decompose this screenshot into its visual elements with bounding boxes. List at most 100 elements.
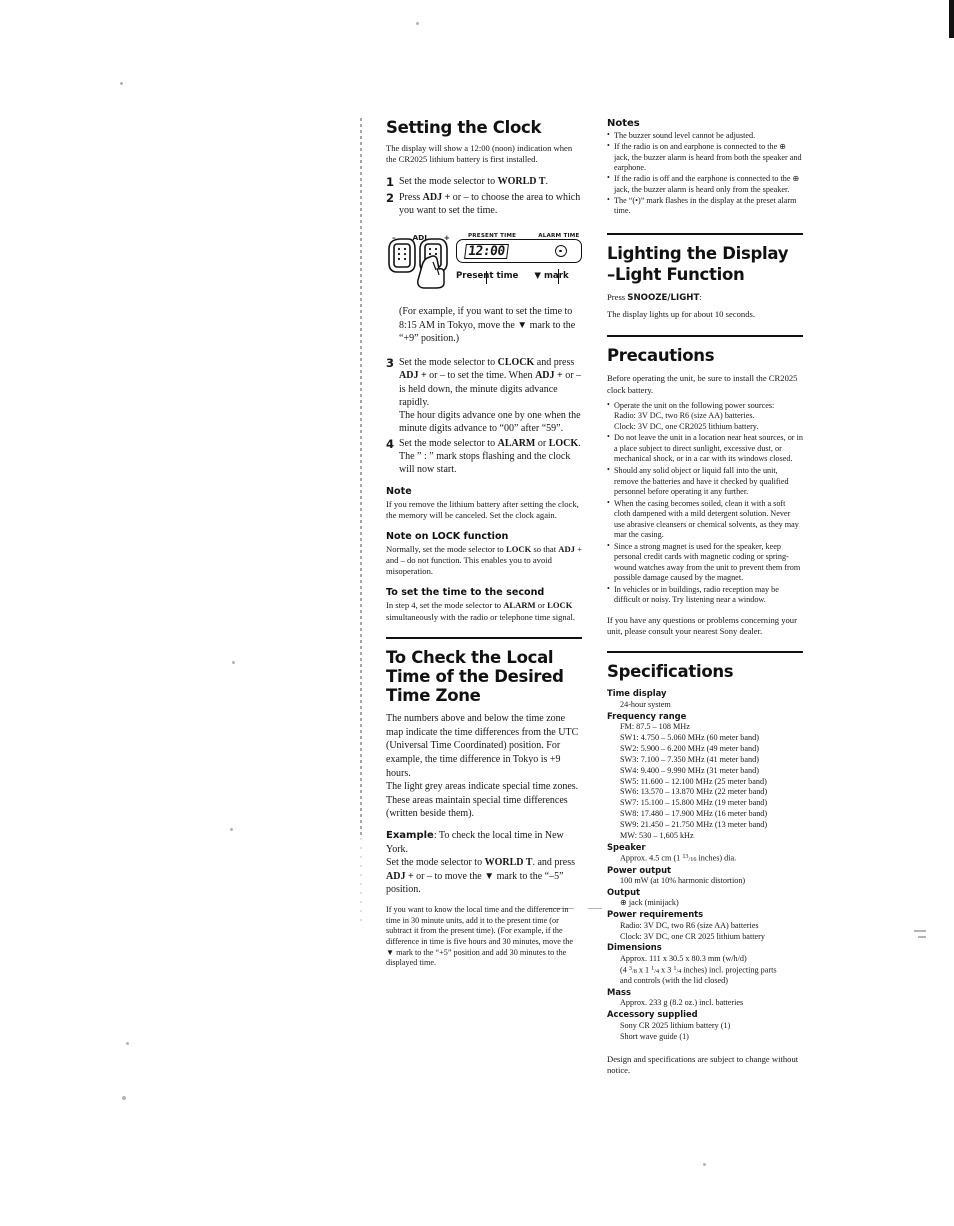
spec-value: SW3: 7.100 – 7.350 MHz (41 meter band) <box>620 754 759 764</box>
spec-name: Power output <box>607 864 672 875</box>
spec-group: Mass Approx. 233 g (8.2 oz.) incl. batte… <box>607 987 803 1009</box>
scan-edge-artifact <box>949 0 954 38</box>
dust-speck <box>703 1163 706 1166</box>
adj-minus-label: – <box>392 233 396 243</box>
spec-value: SW1: 4.750 – 5.060 MHz (60 meter band) <box>620 732 759 742</box>
right-column: Notes The buzzer sound level cannot be a… <box>607 118 803 1081</box>
dust-speck <box>588 908 602 909</box>
spec-name: Time display <box>607 688 667 699</box>
adj-buttons-svg <box>388 238 448 289</box>
clock-intro: The display will show a 12:00 (noon) ind… <box>386 143 573 165</box>
left-column: Setting the Clock The display will show … <box>386 118 582 974</box>
press-colon: : <box>699 292 702 302</box>
spec-name: Speaker <box>607 841 646 852</box>
clock-setting-illustration: – ADJ + PRESENT TIME ALARM TIME 12:00 Pr… <box>386 227 582 289</box>
note-on-lock-body: Normally, set the mode selector to LOCK … <box>386 543 582 577</box>
localtime-footnote: If you want to know the local time and t… <box>386 904 573 968</box>
manual-page: Setting the Clock The display will show … <box>0 0 954 1226</box>
note-item: The “(•)” mark flashes in the display at… <box>607 195 803 217</box>
section-divider-lighting <box>607 232 803 235</box>
spec-group: Time display 24-hour system <box>607 688 803 710</box>
specifications-disclaimer: Design and specifications are subject to… <box>607 1053 799 1075</box>
scan-streak-artifact-lower <box>360 838 362 928</box>
spec-group: Accessory supplied Sony CR 2025 lithium … <box>607 1009 803 1042</box>
spec-value: Approx. 111 x 30.5 x 80.3 mm (w/h/d) <box>620 953 747 963</box>
adj-name-label: ADJ <box>412 233 428 243</box>
spec-group: Dimensions Approx. 111 x 30.5 x 80.3 mm … <box>607 942 803 987</box>
precaution-item: In vehicles or in buildings, radio recep… <box>607 584 803 606</box>
spec-value: SW6: 13.570 – 13.870 MHz (22 meter band) <box>620 787 768 797</box>
spec-value: Sony CR 2025 lithium battery (1) <box>620 1020 731 1030</box>
spec-value: FM: 87.5 – 108 MHz <box>620 721 690 731</box>
heading-check-local-time: To Check the Local Time of the Desired T… <box>386 647 564 706</box>
precaution-item: Since a strong magnet is used for the sp… <box>607 541 803 584</box>
example-label: Example <box>386 829 434 841</box>
heading-note: Note <box>386 485 412 497</box>
precautions-list: Operate the unit on the following power … <box>607 400 803 606</box>
spec-group: Speaker Approx. 4.5 cm (1 13/16 inches) … <box>607 842 803 865</box>
step-2-text: Press ADJ + or – to choose the area to w… <box>399 191 581 216</box>
note-item: If the radio is on and earphone is conne… <box>607 141 803 174</box>
callout-present-time: Present time <box>456 271 519 282</box>
spec-value: ⊕ jack (minijack) <box>620 898 679 908</box>
spec-value: 24-hour system <box>620 699 671 709</box>
lighting-body: The display lights up for about 10 secon… <box>607 309 755 320</box>
note-item: The buzzer sound level cannot be adjuste… <box>607 130 803 142</box>
spec-value: Approx. 233 g (8.2 oz.) incl. batteries <box>620 998 744 1008</box>
spec-value: SW8: 17.480 – 17.900 MHz (16 meter band) <box>620 809 768 819</box>
precautions-intro: Before operating the unit, be sure to in… <box>607 373 798 395</box>
spec-value: Radio: 3V DC, two R6 (size AA) batteries <box>620 920 759 930</box>
step-1-number: 1 <box>386 174 395 189</box>
precaution-item: When the casing becomes soiled, clean it… <box>607 498 803 541</box>
spec-value: SW5: 11.600 – 12.100 MHz (25 meter band) <box>620 776 767 786</box>
spec-value: (4 3/8 x 1 1/4 x 3 1/4 inches) incl. pro… <box>620 964 777 975</box>
spec-name: Frequency range <box>607 710 687 721</box>
alarm-mark-indicator <box>555 245 567 258</box>
step-1-text: Set the mode selector to WORLD T. <box>399 175 548 187</box>
heading-light-function: –Light Function <box>607 264 745 284</box>
step-1: 1 Set the mode selector to WORLD T. <box>386 175 582 190</box>
precaution-item: Operate the unit on the following power … <box>607 400 803 433</box>
step-3: 3 Set the mode selector to CLOCK and pre… <box>386 356 582 436</box>
heading-setting-the-clock: Setting the Clock <box>386 118 542 137</box>
step-4-text: Set the mode selector to ALARM or LOCK. … <box>399 437 581 476</box>
spec-name: Output <box>607 887 641 898</box>
scan-streak-artifact <box>360 118 362 838</box>
dust-speck <box>230 828 233 831</box>
lcd-panel: 12:00 <box>456 239 582 264</box>
note-body: If you remove the lithium battery after … <box>386 498 579 520</box>
step-3-number: 3 <box>386 355 395 370</box>
spec-name: Dimensions <box>607 942 662 953</box>
spec-name: Accessory supplied <box>607 1009 698 1020</box>
precaution-item: Should any solid object or liquid fall i… <box>607 465 803 498</box>
lcd-display-graphic: PRESENT TIME ALARM TIME 12:00 <box>456 233 582 264</box>
heading-precautions: Precautions <box>607 346 715 366</box>
step-2: 2 Press ADJ + or – to choose the area to… <box>386 191 582 218</box>
spec-value: SW2: 5.900 – 6.200 MHz (49 meter band) <box>620 743 759 753</box>
spec-value: and controls (with the lid closed) <box>620 976 729 986</box>
step-3-text: Set the mode selector to CLOCK and press… <box>399 356 582 435</box>
snooze-light-button-name: SNOOZE/LIGHT <box>627 293 700 303</box>
spec-value: MW: 530 – 1,605 kHz <box>620 831 694 841</box>
dust-speck <box>126 1042 129 1045</box>
localtime-example: Example: To check the local time in New … <box>386 829 575 896</box>
spec-value: Approx. 4.5 cm (1 13/16 inches) dia. <box>620 853 737 864</box>
spec-value: SW9: 21.450 – 21.750 MHz (13 meter band) <box>620 820 768 830</box>
callout-triangle-mark: ▼ mark <box>534 271 569 282</box>
spec-name: Mass <box>607 987 631 998</box>
spec-group: Output ⊕ jack (minijack) <box>607 887 803 909</box>
section-divider-precautions <box>607 335 803 338</box>
dust-speck <box>918 936 926 938</box>
heading-lighting-display: Lighting the Display <box>607 243 789 263</box>
spec-value: SW4: 9.400 – 9.990 MHz (31 meter band) <box>620 765 759 775</box>
lcd-time-value: 12:00 <box>464 243 509 259</box>
dust-speck <box>120 82 123 85</box>
step-2-number: 2 <box>386 190 395 205</box>
spec-group: Frequency range FM: 87.5 – 108 MHz SW1: … <box>607 711 803 842</box>
precautions-closing: If you have any questions or problems co… <box>607 614 797 637</box>
heading-specifications: Specifications <box>607 662 734 682</box>
spec-group: Power requirements Radio: 3V DC, two R6 … <box>607 909 803 942</box>
spec-value: Short wave guide (1) <box>620 1031 689 1041</box>
heading-notes: Notes <box>607 118 640 129</box>
illustration-callouts: Present time ▼ mark <box>456 271 596 281</box>
